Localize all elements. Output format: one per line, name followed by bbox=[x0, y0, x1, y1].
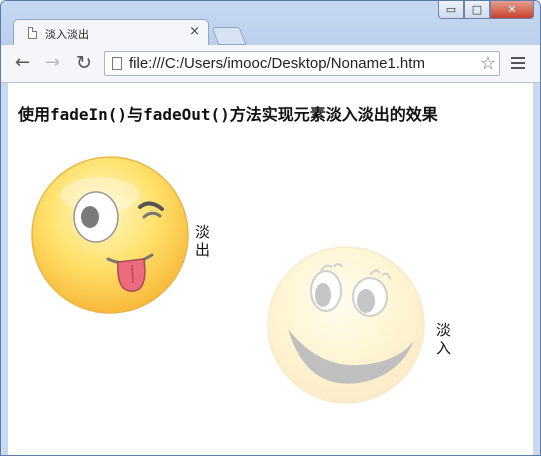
tab-close-icon[interactable]: × bbox=[189, 24, 200, 39]
close-icon: ✕ bbox=[507, 3, 517, 16]
reload-icon[interactable]: ↻ bbox=[76, 52, 92, 74]
maximize-icon: □ bbox=[471, 3, 483, 16]
minimize-button[interactable]: ▭ bbox=[438, 1, 464, 19]
document-icon bbox=[28, 27, 37, 39]
close-window-button[interactable]: ✕ bbox=[490, 1, 534, 19]
fade-out-label[interactable]: 淡出 bbox=[195, 223, 211, 259]
browser-window: 淡入淡出 × ▭ □ ✕ ← → ↻ file:///C:/Users/imoo… bbox=[0, 0, 541, 456]
minimize-icon: ▭ bbox=[445, 3, 457, 16]
happy-smiley-image bbox=[266, 245, 426, 405]
tab-title: 淡入淡出 bbox=[45, 28, 89, 41]
wink-smiley-image bbox=[30, 155, 190, 315]
url-text[interactable]: file:///C:/Users/imooc/Desktop/Noname1.h… bbox=[129, 55, 425, 72]
tab-active[interactable]: 淡入淡出 × bbox=[13, 19, 209, 46]
page-title: 使用fadeIn()与fadeOut()方法实现元素淡入淡出的效果 bbox=[18, 105, 438, 124]
window-controls: ▭ □ ✕ bbox=[438, 1, 534, 21]
tab-strip: 淡入淡出 × ▭ □ ✕ bbox=[1, 1, 540, 46]
fade-in-label[interactable]: 淡入 bbox=[436, 321, 452, 357]
page-content: 使用fadeIn()与fadeOut()方法实现元素淡入淡出的效果 淡出 淡入 bbox=[8, 83, 533, 455]
bookmark-star-icon[interactable]: ☆ bbox=[477, 53, 496, 74]
window-frame-right bbox=[532, 83, 540, 455]
window-frame-left bbox=[1, 83, 8, 455]
address-bar[interactable]: file:///C:/Users/imooc/Desktop/Noname1.h… bbox=[104, 51, 500, 76]
new-tab-button[interactable] bbox=[211, 27, 247, 45]
happy-smiley-icon bbox=[267, 246, 425, 404]
maximize-button[interactable]: □ bbox=[464, 1, 490, 19]
wink-smiley-icon bbox=[31, 156, 189, 314]
browser-toolbar: ← → ↻ file:///C:/Users/imooc/Desktop/Non… bbox=[1, 45, 540, 83]
page-icon bbox=[112, 57, 122, 70]
menu-icon[interactable] bbox=[511, 57, 525, 69]
forward-arrow-icon[interactable]: → bbox=[45, 52, 60, 74]
back-arrow-icon[interactable]: ← bbox=[15, 52, 30, 74]
